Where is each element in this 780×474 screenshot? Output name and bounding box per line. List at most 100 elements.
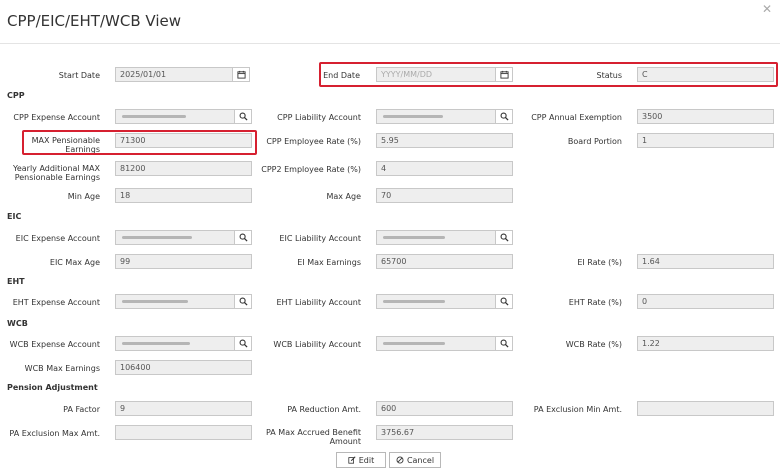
min-age-field[interactable]: 18 bbox=[115, 188, 252, 203]
cpp2-employee-rate-label: CPP2 Employee Rate (%) bbox=[261, 165, 361, 174]
eht-section-header: EHT bbox=[7, 277, 25, 286]
wcb-rate-label: WCB Rate (%) bbox=[565, 340, 622, 349]
yearly-additional-max-field[interactable]: 81200 bbox=[115, 161, 252, 176]
edit-button[interactable]: Edit bbox=[336, 452, 386, 468]
redacted-value bbox=[122, 115, 186, 118]
eic-expense-account-search-button[interactable] bbox=[235, 230, 252, 245]
eht-rate-label: EHT Rate (%) bbox=[568, 298, 622, 307]
start-date-field[interactable]: 2025/01/01 bbox=[115, 67, 233, 82]
search-icon bbox=[239, 297, 248, 306]
label-line: Pensionable Earnings bbox=[14, 173, 100, 182]
pa-max-accrued-benefit-label: PA Max Accrued Benefit Amount bbox=[256, 428, 361, 446]
pa-max-accrued-benefit-field[interactable]: 3756.67 bbox=[376, 425, 513, 440]
yearly-additional-max-label: Yearly Additional MAX Pensionable Earnin… bbox=[0, 164, 100, 182]
redacted-value bbox=[122, 236, 192, 239]
pa-reduction-amt-field[interactable]: 600 bbox=[376, 401, 513, 416]
wcb-expense-account-field[interactable] bbox=[115, 336, 235, 351]
pa-exclusion-min-amt-field[interactable] bbox=[637, 401, 774, 416]
cpp-annual-exemption-label: CPP Annual Exemption bbox=[531, 113, 622, 122]
label-line: Amount bbox=[329, 437, 361, 446]
ei-rate-field[interactable]: 1.64 bbox=[637, 254, 774, 269]
max-pensionable-highlight bbox=[22, 130, 257, 155]
start-date-calendar-button[interactable] bbox=[233, 67, 250, 82]
cpp-annual-exemption-field[interactable]: 3500 bbox=[637, 109, 774, 124]
eic-liability-account-label: EIC Liability Account bbox=[279, 234, 361, 243]
cpp-expense-account-field[interactable] bbox=[115, 109, 235, 124]
search-icon bbox=[500, 297, 509, 306]
search-icon bbox=[239, 339, 248, 348]
pa-exclusion-max-amt-label: PA Exclusion Max Amt. bbox=[9, 429, 100, 438]
cpp-liability-account-field[interactable] bbox=[376, 109, 496, 124]
wcb-section-header: WCB bbox=[7, 319, 28, 328]
pa-exclusion-max-amt-field[interactable] bbox=[115, 425, 252, 440]
end-date-status-highlight bbox=[319, 62, 778, 87]
eht-liability-account-field[interactable] bbox=[376, 294, 496, 309]
eic-section-header: EIC bbox=[7, 212, 22, 221]
edit-icon bbox=[348, 456, 356, 464]
header-divider bbox=[0, 43, 780, 44]
redacted-value bbox=[383, 115, 443, 118]
redacted-value bbox=[383, 300, 445, 303]
cancel-button[interactable]: Cancel bbox=[389, 452, 441, 468]
pa-exclusion-min-amt-label: PA Exclusion Min Amt. bbox=[533, 405, 622, 414]
label-line: PA Max Accrued Benefit bbox=[265, 428, 361, 437]
cpp-section-header: CPP bbox=[7, 91, 25, 100]
eht-liability-account-label: EHT Liability Account bbox=[276, 298, 361, 307]
board-portion-label: Board Portion bbox=[567, 137, 622, 146]
eht-expense-account-label: EHT Expense Account bbox=[12, 298, 100, 307]
wcb-max-earnings-field[interactable]: 106400 bbox=[115, 360, 252, 375]
cpp-employee-rate-label: CPP Employee Rate (%) bbox=[266, 137, 361, 146]
max-age-label: Max Age bbox=[326, 192, 361, 201]
cancel-icon bbox=[396, 456, 404, 464]
cpp-liability-account-search-button[interactable] bbox=[496, 109, 513, 124]
label-line: Yearly Additional MAX bbox=[13, 164, 100, 173]
pa-reduction-amt-label: PA Reduction Amt. bbox=[287, 405, 361, 414]
eht-liability-account-search-button[interactable] bbox=[496, 294, 513, 309]
search-icon bbox=[500, 233, 509, 242]
ei-max-earnings-label: EI Max Earnings bbox=[297, 258, 361, 267]
redacted-value bbox=[383, 342, 445, 345]
edit-button-label: Edit bbox=[358, 455, 375, 465]
pa-factor-label: PA Factor bbox=[63, 405, 100, 414]
wcb-liability-account-label: WCB Liability Account bbox=[273, 340, 361, 349]
pa-factor-field[interactable]: 9 bbox=[115, 401, 252, 416]
cpp-liability-account-label: CPP Liability Account bbox=[277, 113, 361, 122]
eht-expense-account-search-button[interactable] bbox=[235, 294, 252, 309]
redacted-value bbox=[122, 342, 190, 345]
close-icon[interactable]: ✕ bbox=[762, 2, 772, 16]
search-icon bbox=[500, 339, 509, 348]
wcb-max-earnings-label: WCB Max Earnings bbox=[24, 364, 100, 373]
wcb-liability-account-search-button[interactable] bbox=[496, 336, 513, 351]
eic-max-age-field[interactable]: 99 bbox=[115, 254, 252, 269]
cancel-button-label: Cancel bbox=[406, 455, 435, 465]
eic-expense-account-label: EIC Expense Account bbox=[15, 234, 100, 243]
search-icon bbox=[239, 112, 248, 121]
eic-max-age-label: EIC Max Age bbox=[49, 258, 100, 267]
search-icon bbox=[239, 233, 248, 242]
eht-expense-account-field[interactable] bbox=[115, 294, 235, 309]
eic-liability-account-field[interactable] bbox=[376, 230, 496, 245]
eic-liability-account-search-button[interactable] bbox=[496, 230, 513, 245]
redacted-value bbox=[383, 236, 445, 239]
max-age-field[interactable]: 70 bbox=[376, 188, 513, 203]
board-portion-field[interactable]: 1 bbox=[637, 133, 774, 148]
pension-adjustment-section-header: Pension Adjustment bbox=[7, 383, 98, 392]
eht-rate-field[interactable]: 0 bbox=[637, 294, 774, 309]
ei-rate-label: EI Rate (%) bbox=[577, 258, 622, 267]
cpp2-employee-rate-field[interactable]: 4 bbox=[376, 161, 513, 176]
calendar-icon bbox=[236, 70, 246, 79]
wcb-liability-account-field[interactable] bbox=[376, 336, 496, 351]
wcb-rate-field[interactable]: 1.22 bbox=[637, 336, 774, 351]
wcb-expense-account-search-button[interactable] bbox=[235, 336, 252, 351]
cpp-employee-rate-field[interactable]: 5.95 bbox=[376, 133, 513, 148]
cpp-expense-account-label: CPP Expense Account bbox=[13, 113, 100, 122]
cpp-expense-account-search-button[interactable] bbox=[235, 109, 252, 124]
ei-max-earnings-field[interactable]: 65700 bbox=[376, 254, 513, 269]
min-age-label: Min Age bbox=[67, 192, 100, 201]
dialog-title: CPP/EIC/EHT/WCB View bbox=[7, 12, 181, 30]
start-date-label: Start Date bbox=[58, 71, 100, 80]
eic-expense-account-field[interactable] bbox=[115, 230, 235, 245]
search-icon bbox=[500, 112, 509, 121]
redacted-value bbox=[122, 300, 188, 303]
wcb-expense-account-label: WCB Expense Account bbox=[9, 340, 100, 349]
